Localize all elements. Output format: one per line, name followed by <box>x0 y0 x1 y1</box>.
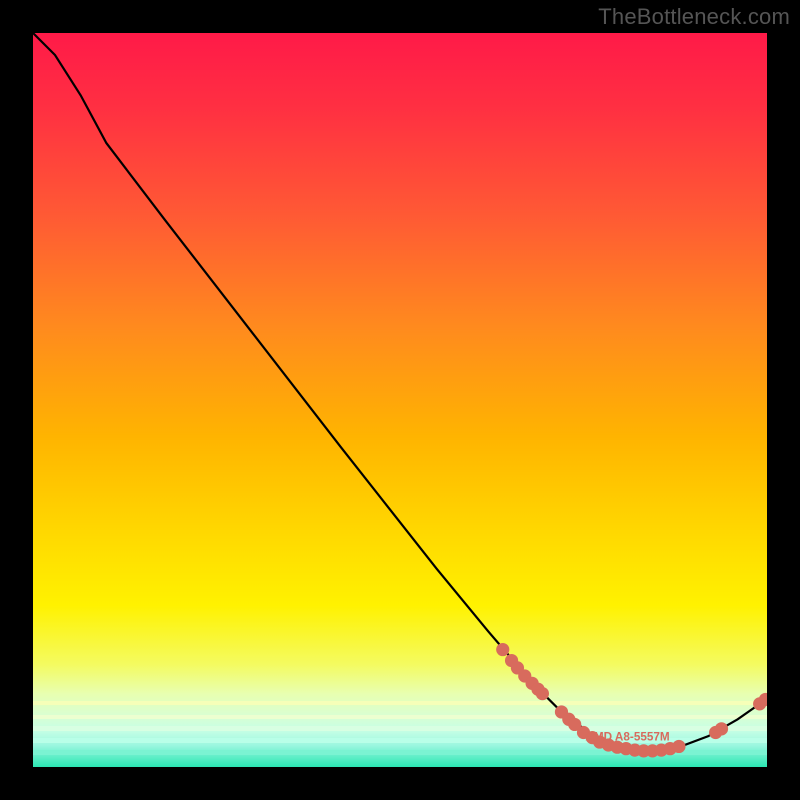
chart-stage: TheBottleneck.com AMD A8-5557M <box>0 0 800 800</box>
plot-area: AMD A8-5557M <box>33 33 767 767</box>
embedded-legend: AMD A8-5557M <box>585 731 669 744</box>
watermark-text: TheBottleneck.com <box>598 4 790 30</box>
bottleneck-curve <box>33 33 767 751</box>
marker-dot <box>672 740 685 753</box>
marker-dot <box>496 643 509 656</box>
marker-dot <box>536 687 549 700</box>
curve-layer: AMD A8-5557M <box>33 33 767 767</box>
marker-dot <box>715 722 728 735</box>
